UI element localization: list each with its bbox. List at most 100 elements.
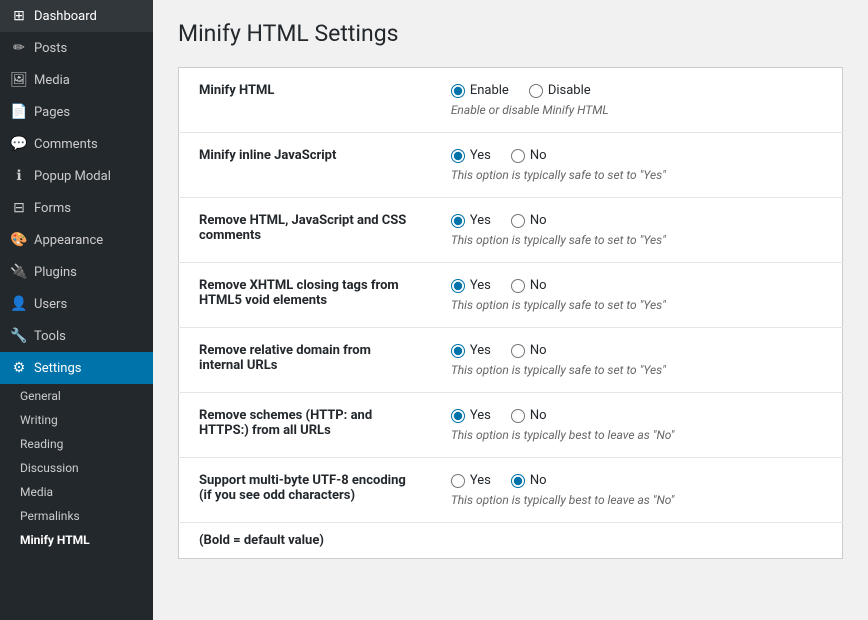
radio-input-no[interactable] [511, 409, 525, 423]
radio-option-no[interactable]: No [511, 473, 547, 488]
sidebar-label: Appearance [34, 233, 103, 248]
sidebar-item-comments[interactable]: 💬Comments [0, 128, 153, 160]
radio-option-yes[interactable]: Yes [451, 343, 491, 358]
sidebar-item-users[interactable]: 👤 Users [0, 288, 153, 320]
radio-input-no[interactable] [511, 149, 525, 163]
sidebar-item-dashboard[interactable]: ⊞ Dashboard [0, 0, 153, 32]
setting-row-2: Remove HTML, JavaScript and CSS comments… [179, 198, 843, 263]
radio-label: No [530, 473, 547, 488]
sidebar-item-posts[interactable]: ✏ Posts [0, 32, 153, 64]
sidebar-subitem-writing[interactable]: Writing [0, 408, 153, 432]
sidebar-subitem-permalinks[interactable]: Permalinks [0, 504, 153, 528]
radio-option-no[interactable]: No [511, 343, 547, 358]
setting-row-4: Remove relative domain from internal URL… [179, 328, 843, 393]
radio-label: No [530, 408, 547, 423]
main-content: Minify HTML Settings Minify HTML Enable Di… [153, 0, 868, 620]
comments-icon: 💬 [10, 136, 28, 152]
radio-option-yes[interactable]: Yes [451, 408, 491, 423]
setting-hint-2: This option is typically safe to set to … [451, 233, 822, 247]
posts-icon: ✏ [10, 40, 28, 56]
setting-row-5: Remove schemes (HTTP: and HTTPS:) from a… [179, 393, 843, 458]
radio-label: No [530, 343, 547, 358]
radio-option-yes[interactable]: Yes [451, 278, 491, 293]
setting-label-4: Remove relative domain from internal URL… [179, 328, 431, 393]
sidebar-label: Forms [34, 201, 71, 216]
radio-input-no[interactable] [511, 344, 525, 358]
sidebar-label: Users [34, 297, 67, 312]
radio-option-no[interactable]: No [511, 213, 547, 228]
radio-input-disable[interactable] [529, 84, 543, 98]
radio-option-enable[interactable]: Enable [451, 83, 509, 98]
radio-input-yes[interactable] [451, 214, 465, 228]
sidebar-label: Popup Modal [34, 169, 111, 184]
setting-hint-0: Enable or disable Minify HTML [451, 103, 822, 117]
setting-label-5: Remove schemes (HTTP: and HTTPS:) from a… [179, 393, 431, 458]
sidebar-label: Dashboard [34, 9, 97, 24]
radio-option-yes[interactable]: Yes [451, 213, 491, 228]
radio-input-yes[interactable] [451, 344, 465, 358]
radio-input-yes[interactable] [451, 474, 465, 488]
sidebar-item-media[interactable]: 🖼Media [0, 64, 153, 96]
setting-label-6: Support multi-byte UTF-8 encoding (if yo… [179, 458, 431, 523]
sidebar-item-appearance[interactable]: 🎨Appearance [0, 224, 153, 256]
sidebar-item-pages[interactable]: 📄Pages [0, 96, 153, 128]
note-text: (Bold = default value) [179, 523, 843, 559]
radio-input-enable[interactable] [451, 84, 465, 98]
page-title: Minify HTML Settings [178, 20, 843, 47]
setting-row-6: Support multi-byte UTF-8 encoding (if yo… [179, 458, 843, 523]
setting-hint-6: This option is typically best to leave a… [451, 493, 822, 507]
sidebar-item-forms[interactable]: ⊟ Forms [0, 192, 153, 224]
note-row: (Bold = default value) [179, 523, 843, 559]
setting-label-0: Minify HTML [179, 68, 431, 133]
setting-control-6: Yes No This option is typically best to le… [431, 458, 843, 523]
radio-option-no[interactable]: No [511, 278, 547, 293]
settings-icon: ⚙ [10, 360, 28, 376]
radio-input-yes[interactable] [451, 149, 465, 163]
setting-hint-4: This option is typically safe to set to … [451, 363, 822, 377]
sidebar-label: Pages [34, 105, 70, 120]
sidebar-subitem-media[interactable]: Media [0, 480, 153, 504]
setting-control-0: Enable Disable Enable or disable Minify HT… [431, 68, 843, 133]
sidebar-subitem-general[interactable]: General [0, 384, 153, 408]
plugins-icon: 🔌 [10, 264, 28, 280]
radio-option-no[interactable]: No [511, 408, 547, 423]
media-icon: 🖼 [10, 72, 28, 88]
radio-label: Yes [470, 343, 491, 358]
radio-input-no[interactable] [511, 279, 525, 293]
sidebar-subitem-discussion[interactable]: Discussion [0, 456, 153, 480]
setting-hint-3: This option is typically safe to set to … [451, 298, 822, 312]
radio-option-disable[interactable]: Disable [529, 83, 591, 98]
setting-control-2: Yes No This option is typically safe to se… [431, 198, 843, 263]
radio-label: Yes [470, 278, 491, 293]
radio-option-yes[interactable]: Yes [451, 148, 491, 163]
radio-input-yes[interactable] [451, 279, 465, 293]
sidebar-label: Posts [34, 41, 67, 56]
sidebar-item-settings[interactable]: ⚙Settings [0, 352, 153, 384]
setting-hint-1: This option is typically safe to set to … [451, 168, 822, 182]
radio-input-no[interactable] [511, 474, 525, 488]
forms-icon: ⊟ [10, 200, 28, 216]
radio-option-no[interactable]: No [511, 148, 547, 163]
radio-label: No [530, 278, 547, 293]
sidebar-subitem-minify-html[interactable]: Minify HTML [0, 528, 153, 552]
sidebar-item-popup-modal[interactable]: ℹ Popup Modal [0, 160, 153, 192]
radio-label: Enable [470, 83, 509, 98]
radio-input-no[interactable] [511, 214, 525, 228]
sidebar-label: Plugins [34, 265, 77, 280]
setting-label-3: Remove XHTML closing tags from HTML5 voi… [179, 263, 431, 328]
dashboard-icon: ⊞ [10, 8, 28, 24]
radio-label: Disable [548, 83, 591, 98]
setting-hint-5: This option is typically best to leave a… [451, 428, 822, 442]
radio-input-yes[interactable] [451, 409, 465, 423]
tools-icon: 🔧 [10, 328, 28, 344]
setting-row-0: Minify HTML Enable Disable Enable or disabl… [179, 68, 843, 133]
sidebar-item-tools[interactable]: 🔧Tools [0, 320, 153, 352]
radio-option-yes[interactable]: Yes [451, 473, 491, 488]
sidebar-subitem-reading[interactable]: Reading [0, 432, 153, 456]
radio-label: Yes [470, 213, 491, 228]
radio-label: No [530, 213, 547, 228]
users-icon: 👤 [10, 296, 28, 312]
setting-label-1: Minify inline JavaScript [179, 133, 431, 198]
sidebar-item-plugins[interactable]: 🔌 Plugins [0, 256, 153, 288]
popup-modal-icon: ℹ [10, 168, 28, 184]
